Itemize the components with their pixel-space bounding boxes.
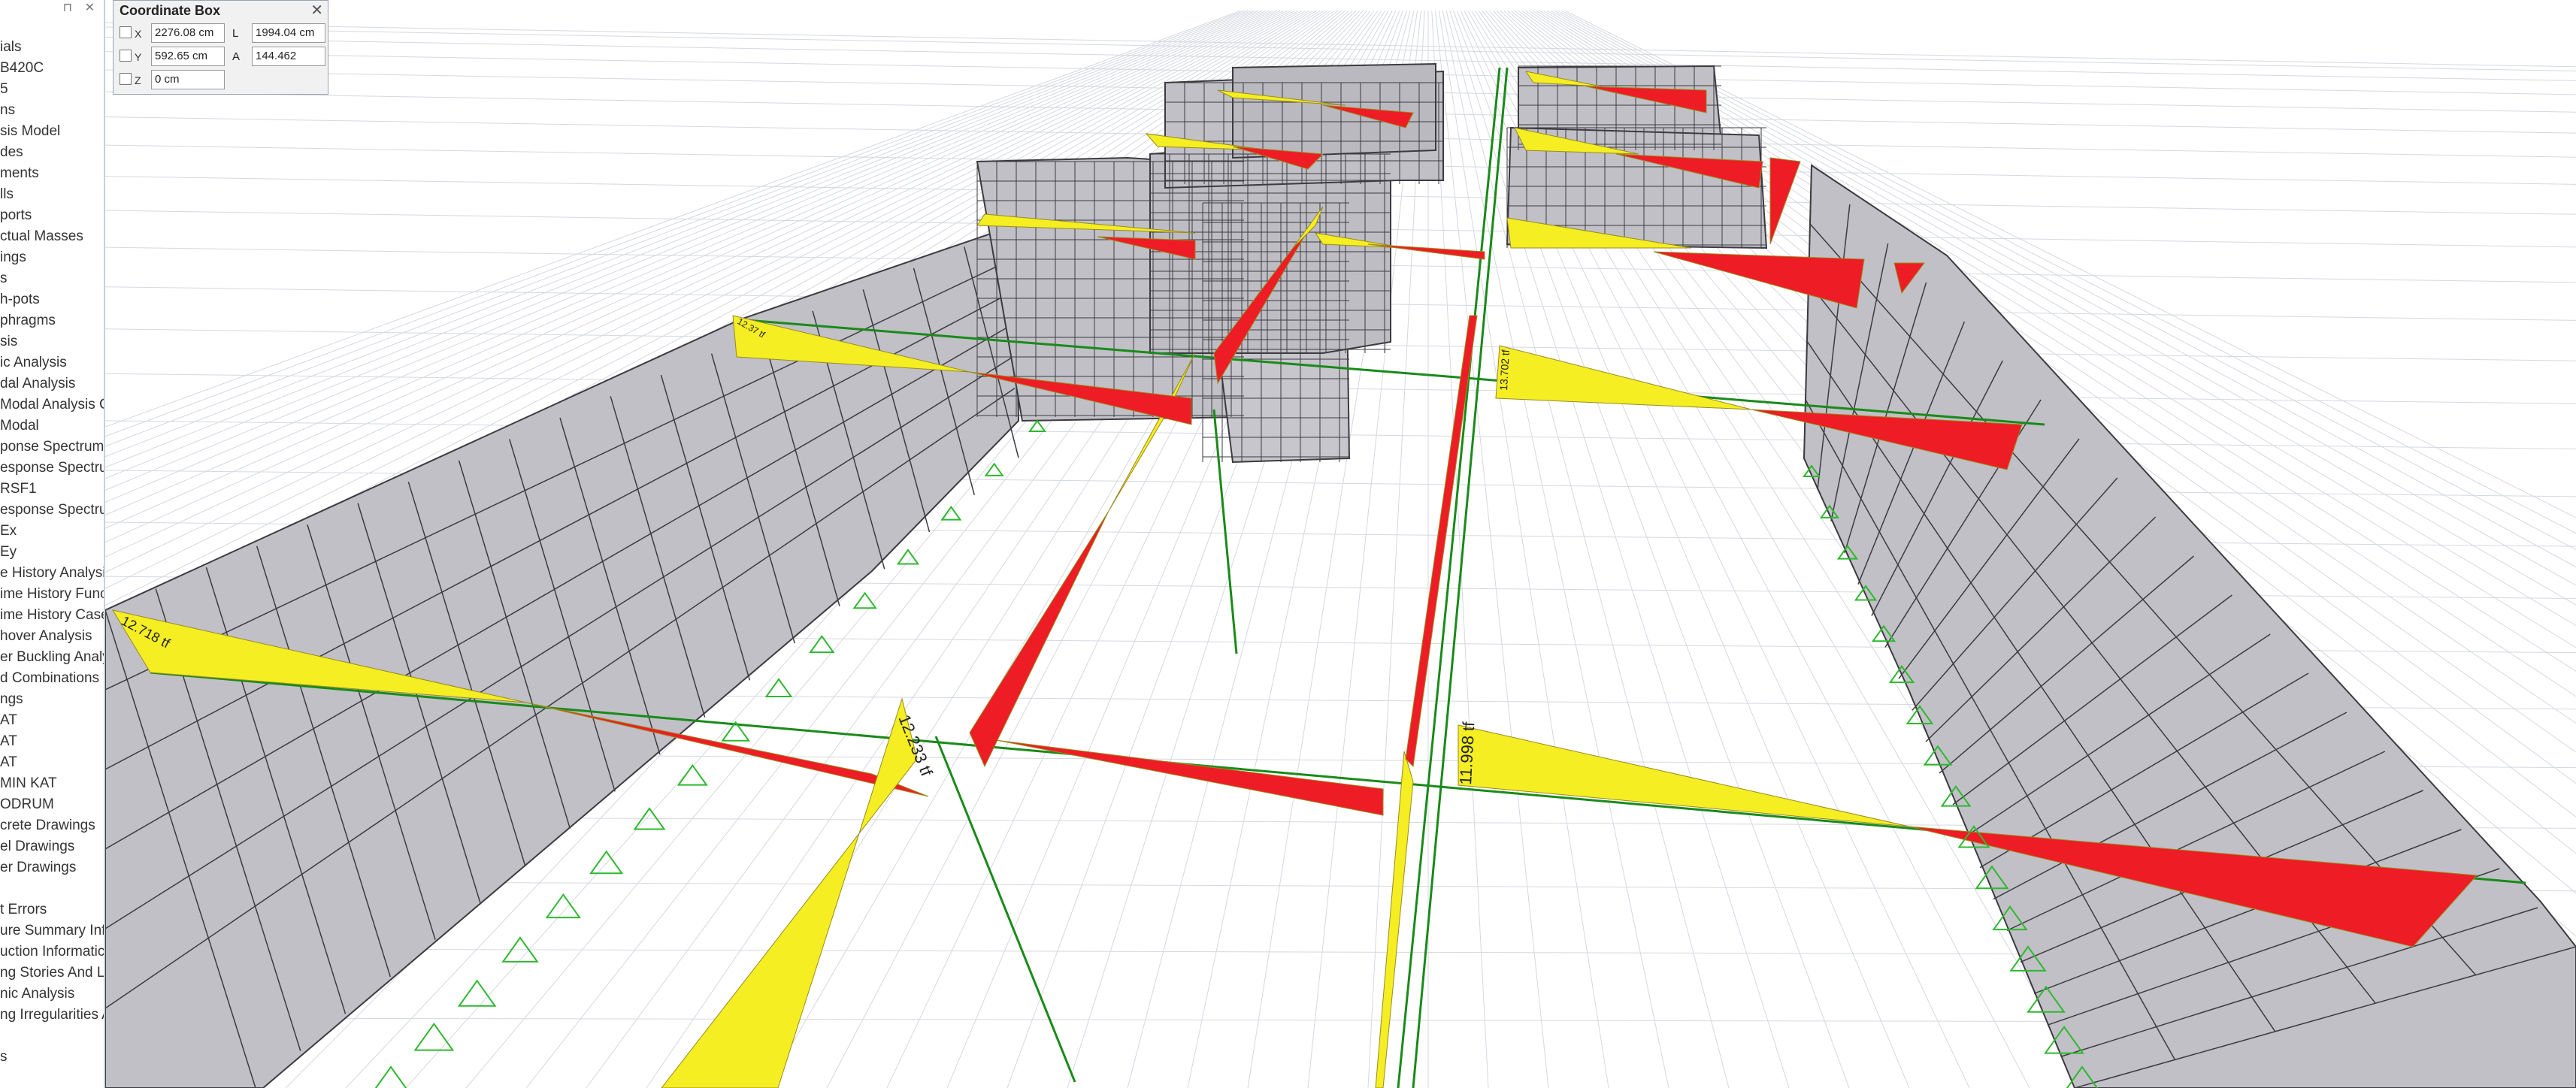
tree-item[interactable]: ctual Masses [0, 226, 104, 247]
tree-item[interactable]: t Errors [0, 899, 104, 920]
tree-item[interactable]: el Drawings [0, 836, 104, 857]
angle-label: A [232, 50, 241, 63]
column-line-center-2[interactable] [1412, 67, 1509, 1088]
support-symbol[interactable] [589, 850, 624, 875]
tree-item[interactable]: ings [0, 247, 104, 268]
tree-item[interactable]: lls [0, 184, 104, 205]
mid-right-value-label: 13.702 tf [1497, 349, 1512, 391]
model-tree-list: ials B420C 5 ns sis Model des ments lls ports ctu… [0, 37, 104, 1068]
model-3d-viewport[interactable]: 12.718 tf 12.233 tf 11.998 tf 13.702 tf … [105, 0, 2576, 1088]
tree-item[interactable]: MIN KAT [0, 773, 104, 794]
tree-item[interactable]: er Buckling Analys [0, 647, 104, 668]
y-lock-checkbox[interactable] [120, 50, 132, 62]
z-axis-label: Z [135, 74, 141, 86]
far-diagram-red-8[interactable] [1769, 157, 1801, 245]
panel-pin-close-controls[interactable]: ⊓ ✕ [63, 0, 99, 15]
tree-item[interactable]: sis [0, 331, 104, 352]
tree-item[interactable]: 5 [0, 79, 104, 100]
tree-item[interactable]: Ey [0, 542, 104, 563]
tree-item[interactable]: ic Analysis [0, 352, 104, 373]
tree-item[interactable]: esponse Spectrun [0, 458, 104, 479]
x-axis-label: X [135, 28, 142, 40]
z-coordinate-field[interactable]: 0 cm [151, 70, 225, 89]
tree-item[interactable]: d Combinations [0, 668, 104, 689]
tree-item[interactable]: AT [0, 752, 104, 773]
far-diagram-red-3[interactable] [1653, 251, 1865, 309]
tree-item[interactable]: er Drawings [0, 857, 104, 878]
tree-item[interactable] [0, 878, 104, 899]
near-right-value-label: 11.998 tf [1456, 721, 1478, 785]
z-lock-checkbox[interactable] [120, 73, 132, 85]
support-symbol[interactable] [457, 979, 497, 1007]
tree-item[interactable]: B420C [0, 58, 104, 79]
tree-item[interactable]: Modal [0, 416, 104, 437]
tree-item[interactable]: sis Model [0, 121, 104, 142]
tree-item[interactable]: ments [0, 163, 104, 184]
tree-item[interactable]: RSF1 [0, 479, 104, 500]
coordinate-box-title: Coordinate Box [120, 3, 221, 18]
support-symbol[interactable] [677, 763, 708, 786]
tree-item[interactable]: crete Drawings [0, 815, 104, 836]
column-diagram-red-center[interactable] [1405, 315, 1478, 768]
tree-item[interactable] [0, 1026, 104, 1047]
tree-item[interactable]: esponse Spectrun [0, 500, 104, 521]
diagonal-diagram-red[interactable] [969, 510, 1109, 768]
tree-item[interactable]: ime History Funct [0, 584, 104, 605]
x-lock-checkbox[interactable] [120, 26, 132, 38]
tree-item[interactable]: ODRUM [0, 794, 104, 815]
tree-item[interactable]: e History Analysis [0, 563, 104, 584]
brace-line-left[interactable] [934, 736, 1076, 1083]
coordinate-box[interactable]: Coordinate Box ✕ X 2276.08 cm L 1994.04 … [113, 0, 328, 95]
tree-item[interactable]: nic Analysis [0, 984, 104, 1005]
near-beam-diagram-yellow-right[interactable] [1458, 724, 1910, 827]
support-symbol[interactable] [852, 591, 877, 609]
tree-item[interactable]: uction Informatic [0, 941, 104, 963]
support-symbol[interactable] [545, 893, 582, 919]
tree-item[interactable]: des [0, 142, 104, 163]
structure-3d-view[interactable]: 12.718 tf 12.233 tf 11.998 tf 13.702 tf … [105, 0, 2576, 1088]
angle-field[interactable]: 144.462 [252, 47, 325, 66]
tree-item[interactable]: ime History Cases [0, 605, 104, 626]
x-coordinate-field[interactable]: 2276.08 cm [151, 23, 225, 43]
support-symbol[interactable] [413, 1022, 455, 1051]
close-icon[interactable]: ✕ [310, 1, 323, 20]
tree-item[interactable]: dal Analysis [0, 373, 104, 394]
tree-item[interactable]: ports [0, 205, 104, 226]
tree-item[interactable]: phragms [0, 310, 104, 331]
support-symbol[interactable] [371, 1065, 410, 1088]
tree-item[interactable]: ngs [0, 689, 104, 710]
tree-item[interactable]: Modal Analysis Ca [0, 394, 104, 416]
tree-item[interactable]: ure Summary Info [0, 920, 104, 941]
model-explorer-panel: ⊓ ✕ ials B420C 5 ns sis Model des ments lls port… [0, 0, 105, 1088]
length-field[interactable]: 1994.04 cm [252, 23, 325, 43]
tree-item[interactable]: hover Analysis [0, 626, 104, 647]
support-symbol[interactable] [1028, 419, 1046, 432]
tree-item[interactable]: s [0, 268, 104, 289]
tree-item[interactable]: ponse Spectrum [0, 437, 104, 458]
y-axis-label: Y [135, 51, 142, 63]
near-beam-diagram-red-center[interactable] [995, 739, 1384, 816]
support-symbol[interactable] [764, 678, 793, 697]
tree-item[interactable]: ials [0, 37, 104, 58]
tree-item[interactable]: ns [0, 100, 104, 121]
tree-item[interactable]: ng Stories And Lo [0, 963, 104, 984]
y-coordinate-field[interactable]: 592.65 cm [151, 47, 225, 66]
tree-item[interactable]: ng Irregularities A [0, 1005, 104, 1026]
tree-item[interactable]: AT [0, 710, 104, 731]
tree-item[interactable]: Ex [0, 521, 104, 542]
length-label: L [232, 27, 239, 40]
tree-item[interactable]: s [0, 1047, 104, 1068]
tree-item[interactable]: AT [0, 731, 104, 752]
tree-item[interactable]: h-pots [0, 289, 104, 310]
